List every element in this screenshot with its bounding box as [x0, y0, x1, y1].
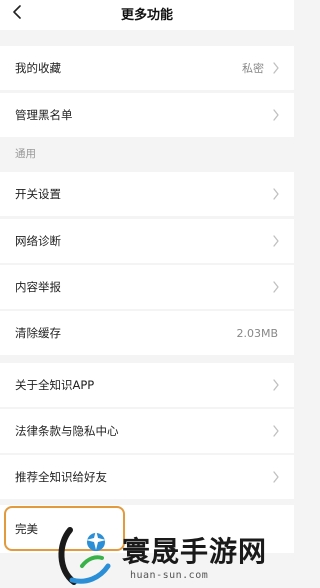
- row-switch-settings[interactable]: 开关设置: [0, 172, 294, 216]
- privacy-value: 私密: [242, 62, 264, 75]
- chevron-right-icon: [272, 188, 280, 200]
- row-label: 管理黑名单: [15, 108, 73, 122]
- row-label: 我的收藏: [15, 61, 61, 75]
- section-header-general: 通用: [0, 139, 294, 167]
- top-bar: 更多功能: [0, 0, 294, 30]
- row-network-diagnosis[interactable]: 网络诊断: [0, 219, 294, 263]
- chevron-right-icon: [272, 281, 280, 293]
- chevron-right-icon: [272, 109, 280, 121]
- row-label: 法律条款与隐私中心: [15, 424, 119, 438]
- watermark: 寰晟手游网 huan-sun.com: [52, 522, 294, 588]
- row-label: 开关设置: [15, 187, 61, 201]
- row-content-report[interactable]: 内容举报: [0, 265, 294, 309]
- spacer: [0, 30, 294, 46]
- row-recommend-friends[interactable]: 推荐全知识给好友: [0, 455, 294, 499]
- watermark-logo-icon: [58, 527, 111, 585]
- chevron-right-icon: [272, 235, 280, 247]
- watermark-url: huan-sun.com: [130, 570, 209, 581]
- row-my-favorites[interactable]: 我的收藏 私密: [0, 46, 294, 90]
- page-title: 更多功能: [120, 8, 173, 23]
- spacer: [0, 355, 294, 363]
- row-label: 清除缓存: [15, 326, 61, 340]
- row-label: 关于全知识APP: [15, 378, 95, 392]
- row-label: 推荐全知识给好友: [15, 470, 107, 484]
- chevron-right-icon: [272, 425, 280, 437]
- chevron-right-icon: [272, 62, 280, 74]
- row-clear-cache[interactable]: 清除缓存 2.03MB: [0, 311, 294, 355]
- watermark-title: 寰晟手游网: [122, 535, 268, 568]
- row-label: 网络诊断: [15, 234, 61, 248]
- row-label: 内容举报: [15, 280, 61, 294]
- row-manage-blacklist[interactable]: 管理黑名单: [0, 93, 294, 137]
- chevron-right-icon: [272, 471, 280, 483]
- chevron-right-icon: [272, 379, 280, 391]
- cache-size-value: 2.03MB: [236, 326, 278, 340]
- row-about-app[interactable]: 关于全知识APP: [0, 363, 294, 407]
- row-legal-privacy[interactable]: 法律条款与隐私中心: [0, 409, 294, 453]
